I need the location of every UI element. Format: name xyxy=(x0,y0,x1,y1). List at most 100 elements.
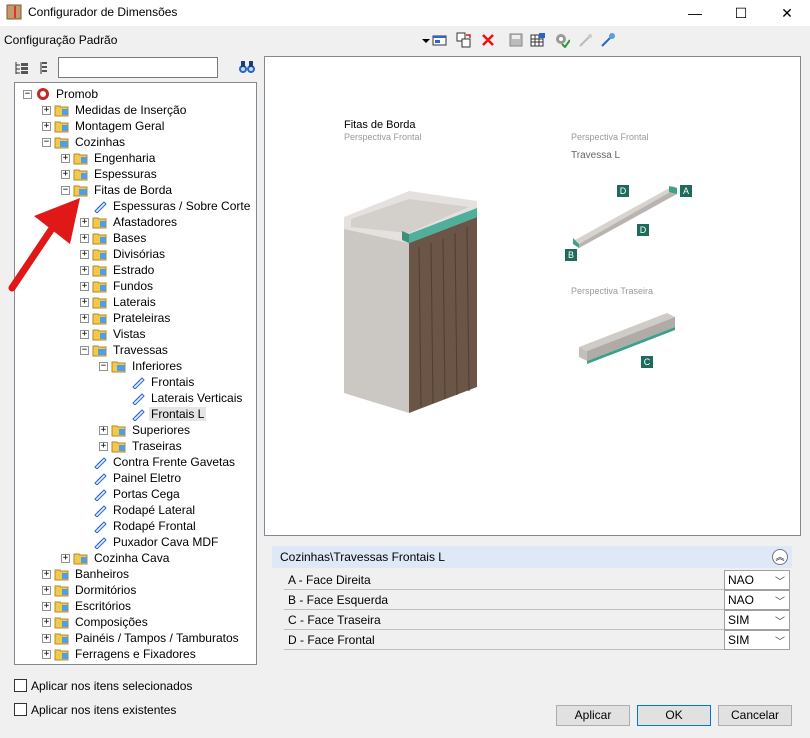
setting-item-icon xyxy=(130,407,146,422)
expand-icon[interactable]: + xyxy=(99,425,108,435)
property-value: NAO xyxy=(728,573,755,587)
folder-icon xyxy=(54,631,70,645)
dimension-tree[interactable]: − Promob + Medidas de Inserção + Montagem Ger… xyxy=(14,82,257,665)
tree-item[interactable]: Rodapé Frontal xyxy=(92,518,198,534)
expand-icon[interactable]: + xyxy=(61,169,70,179)
tree-item[interactable]: − Travessas xyxy=(80,342,170,358)
collapse-icon[interactable]: − xyxy=(99,361,108,371)
tree-item[interactable]: + Cozinha Cava xyxy=(61,550,171,566)
tree-item[interactable]: Frontais xyxy=(130,374,196,390)
collapse-icon[interactable]: − xyxy=(80,345,89,355)
collapse-icon[interactable]: − xyxy=(42,137,51,147)
expand-icon[interactable]: + xyxy=(80,297,89,307)
folder-icon xyxy=(73,151,89,165)
tree-item[interactable]: Portas Cega xyxy=(92,486,182,502)
collapse-icon[interactable]: − xyxy=(23,89,32,99)
tree-item-label: Frontais xyxy=(151,375,195,389)
property-select[interactable]: NAO ﹀ xyxy=(724,590,790,610)
tree-item[interactable]: − Promob xyxy=(23,86,100,102)
tree-item[interactable]: Espessuras / Sobre Corte xyxy=(92,198,252,214)
settings-check-icon[interactable] xyxy=(554,32,570,48)
tree-item[interactable]: + Painéis / Tampos / Tamburatos xyxy=(42,630,241,646)
minimize-button[interactable]: — xyxy=(672,0,718,26)
tree-item[interactable]: − Cozinhas xyxy=(42,134,127,150)
copy-icon[interactable] xyxy=(456,32,472,48)
chevron-down-icon: ﹀ xyxy=(775,637,785,648)
tree-item[interactable]: Painel Eletro xyxy=(92,470,183,486)
tree-item[interactable]: + Composições xyxy=(42,614,150,630)
property-select[interactable]: NAO ﹀ xyxy=(724,570,790,590)
tree-item[interactable]: + Montagem Geral xyxy=(42,118,166,134)
binoculars-icon[interactable] xyxy=(238,59,256,75)
tree-item[interactable]: − Inferiores xyxy=(99,358,184,374)
expand-icon[interactable]: + xyxy=(42,585,51,595)
tree-item[interactable]: + Medidas de Inserção xyxy=(42,102,188,118)
property-select[interactable]: SIM ﹀ xyxy=(724,630,790,650)
setting-item-icon xyxy=(92,455,108,470)
tree-item[interactable]: Laterais Verticais xyxy=(130,390,244,406)
expand-icon[interactable]: + xyxy=(61,553,70,563)
property-select[interactable]: SIM ﹀ xyxy=(724,610,790,630)
expand-icon[interactable]: + xyxy=(99,441,108,451)
search-input[interactable] xyxy=(58,57,218,78)
tree-item-label: Superiores xyxy=(132,423,191,437)
expand-icon[interactable]: + xyxy=(80,313,89,323)
tree-item[interactable]: Contra Frente Gavetas xyxy=(92,454,237,470)
expand-icon[interactable]: + xyxy=(42,601,51,611)
maximize-button[interactable]: ☐ xyxy=(718,0,764,26)
tree-view-icon[interactable] xyxy=(14,60,30,76)
tree-item[interactable]: Rodapé Lateral xyxy=(92,502,197,518)
tree-item[interactable]: + Espessuras xyxy=(61,166,159,182)
folder-icon xyxy=(92,247,108,261)
preview-title: Fitas de Borda xyxy=(344,119,416,131)
tree-item-label: Divisórias xyxy=(113,247,166,261)
expand-icon[interactable]: + xyxy=(42,649,51,659)
delete-icon[interactable] xyxy=(480,32,496,48)
tree-item[interactable]: + Prateleiras xyxy=(80,310,172,326)
tree-item-label: Afastadores xyxy=(113,215,178,229)
grid-icon[interactable] xyxy=(530,32,546,48)
tree-item[interactable]: + Afastadores xyxy=(80,214,179,230)
tree-item[interactable]: + Ferragens e Fixadores xyxy=(42,646,198,662)
folder-icon xyxy=(54,119,70,133)
collapse-icon[interactable]: ︽ xyxy=(772,549,788,565)
brush-icon[interactable] xyxy=(600,32,616,48)
tree-item[interactable]: + Banheiros xyxy=(42,566,131,582)
save-icon[interactable] xyxy=(508,32,524,48)
tree-item-label: Banheiros xyxy=(75,567,130,581)
expand-icon[interactable]: + xyxy=(42,617,51,627)
folder-icon xyxy=(54,647,70,661)
tree-item[interactable]: + Traseiras xyxy=(99,438,184,454)
tree-item-label: Vistas xyxy=(113,327,146,341)
apply-selected-checkbox[interactable] xyxy=(14,679,27,692)
tree-item[interactable]: + Escritórios xyxy=(42,598,133,614)
cabinet-illustration xyxy=(344,191,477,413)
expand-icon[interactable]: + xyxy=(42,121,51,131)
tree-item[interactable]: + Vistas xyxy=(80,326,147,342)
tree-item[interactable]: Frontais L xyxy=(130,406,207,422)
chevron-down-icon: ﹀ xyxy=(775,617,785,628)
list-view-icon[interactable] xyxy=(36,60,52,76)
cancel-button[interactable]: Cancelar xyxy=(718,705,792,726)
setting-item-icon xyxy=(130,375,146,390)
expand-icon[interactable]: + xyxy=(42,633,51,643)
wand-icon[interactable] xyxy=(578,32,594,48)
property-row: D - Face Frontal SIM ﹀ xyxy=(284,630,790,650)
expand-icon[interactable]: + xyxy=(80,329,89,339)
tree-item-label: Fitas de Borda xyxy=(94,183,173,197)
apply-existing-checkbox[interactable] xyxy=(14,703,27,716)
tree-item[interactable]: + Superiores xyxy=(99,422,192,438)
expand-icon[interactable]: + xyxy=(42,105,51,115)
tree-item[interactable]: + Engenharia xyxy=(61,150,157,166)
expand-icon[interactable]: + xyxy=(61,153,70,163)
tree-item[interactable]: Puxador Cava MDF xyxy=(92,534,220,550)
window-icon[interactable] xyxy=(432,32,448,48)
close-button[interactable]: ✕ xyxy=(764,0,810,26)
tree-item[interactable]: + Dormitórios xyxy=(42,582,138,598)
tree-item[interactable]: + Laterais xyxy=(80,294,158,310)
apply-button[interactable]: Aplicar xyxy=(556,705,630,726)
property-row: C - Face Traseira SIM ﹀ xyxy=(284,610,790,630)
ok-button[interactable]: OK xyxy=(637,705,711,726)
expand-icon[interactable]: + xyxy=(42,569,51,579)
tree-item-label: Traseiras xyxy=(132,439,182,453)
